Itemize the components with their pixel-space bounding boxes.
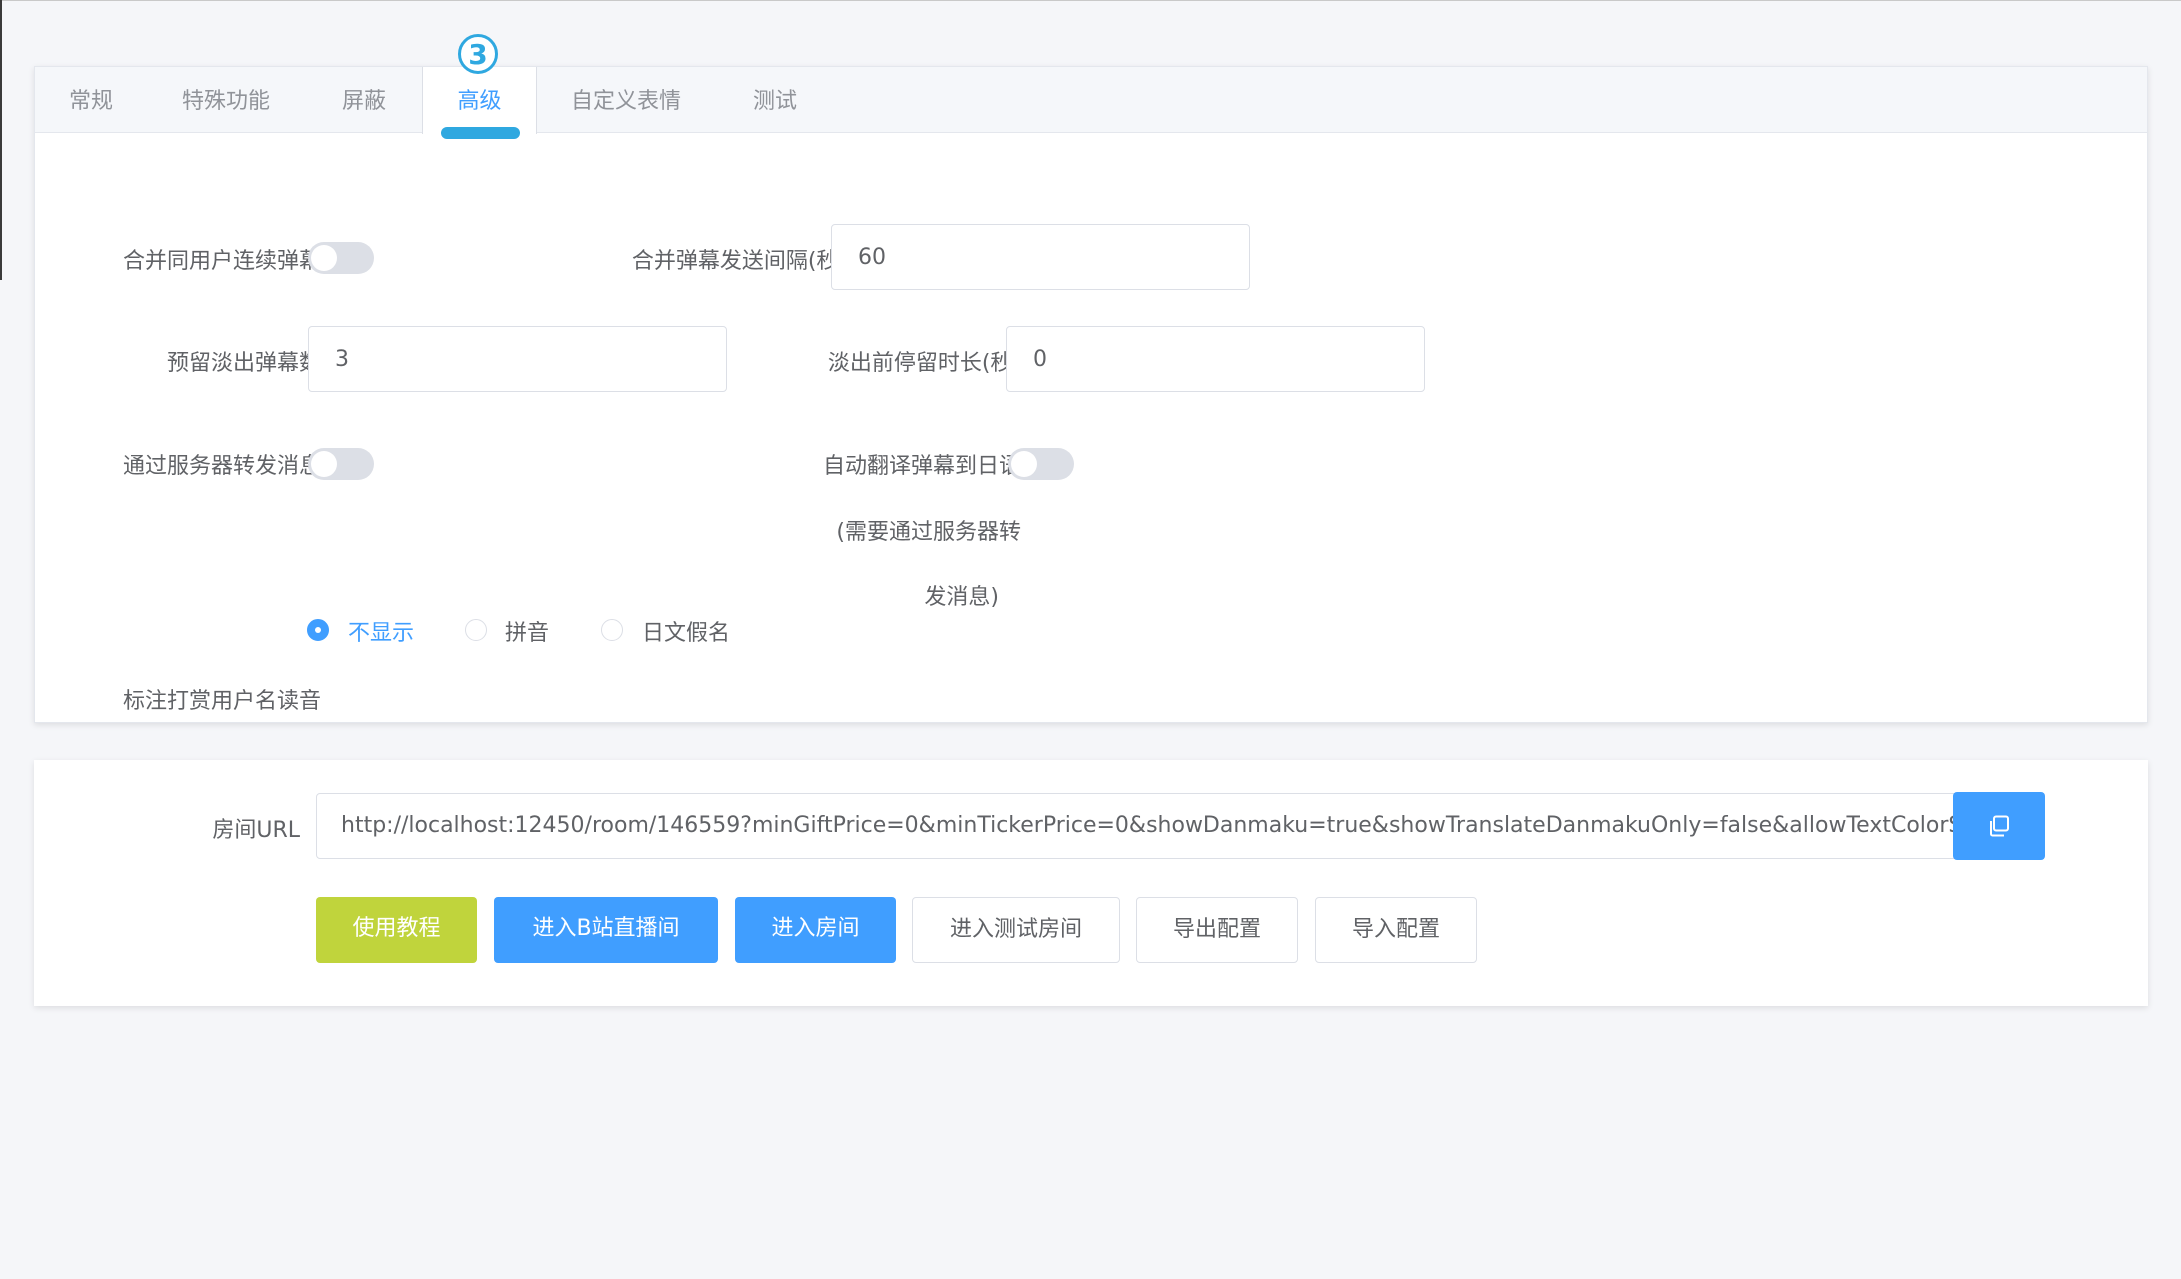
tab-special-features[interactable]: 特殊功能 <box>182 67 270 133</box>
copy-url-button[interactable] <box>1953 792 2045 860</box>
copy-icon <box>1990 815 2009 837</box>
auto-translate-switch[interactable] <box>1008 448 1074 480</box>
radio-kana-label[interactable]: 日文假名 <box>642 615 730 647</box>
tab-general[interactable]: 常规 <box>69 67 113 133</box>
merge-danmaku-label: 合并同用户连续弹幕 <box>122 249 321 274</box>
step-3-badge: 3 <box>458 34 498 74</box>
room-url-label: 房间URL <box>212 818 300 843</box>
window-left-edge <box>0 0 2 280</box>
enter-room-button[interactable]: 进入房间 <box>735 897 896 963</box>
switch-knob <box>311 245 337 271</box>
tab-advanced[interactable]: 高级 <box>422 67 537 134</box>
server-relay-label: 通过服务器转发消息 <box>122 454 321 479</box>
merge-danmaku-switch[interactable] <box>308 242 374 274</box>
server-relay-switch[interactable] <box>308 448 374 480</box>
fade-stay-label: 淡出前停留时长(秒) <box>827 351 1021 376</box>
active-tab-highlight <box>441 127 520 139</box>
tab-block[interactable]: 屏蔽 <box>342 67 386 133</box>
tutorial-button[interactable]: 使用教程 <box>316 897 477 963</box>
auto-translate-label-line3: 发消息) <box>924 585 999 610</box>
room-url-card: 房间URL http://localhost:12450/room/146559… <box>34 760 2148 1006</box>
merge-interval-input[interactable] <box>831 224 1250 290</box>
tab-test[interactable]: 测试 <box>753 67 797 133</box>
import-config-button[interactable]: 导入配置 <box>1315 897 1477 963</box>
switch-knob <box>1011 451 1037 477</box>
radio-pinyin[interactable] <box>465 619 487 641</box>
fade-count-label: 预留淡出弹幕数 <box>166 351 321 376</box>
radio-hide-label[interactable]: 不显示 <box>348 615 414 647</box>
auto-translate-label-line2: (需要通过服务器转 <box>836 520 1021 545</box>
radio-hide[interactable] <box>307 619 329 641</box>
window-top-edge <box>0 0 2181 1</box>
room-url-input[interactable]: http://localhost:12450/room/146559?minGi… <box>316 793 1965 859</box>
reading-annotation-label: 标注打赏用户名读音 <box>122 689 321 714</box>
export-config-button[interactable]: 导出配置 <box>1136 897 1298 963</box>
fade-stay-input[interactable] <box>1006 326 1425 392</box>
fade-count-input[interactable] <box>308 326 727 392</box>
enter-test-room-button[interactable]: 进入测试房间 <box>912 897 1120 963</box>
tab-custom-emotes[interactable]: 自定义表情 <box>571 67 681 133</box>
radio-pinyin-label[interactable]: 拼音 <box>505 615 549 647</box>
switch-knob <box>311 451 337 477</box>
tab-bar: 常规 特殊功能 屏蔽 高级 自定义表情 测试 <box>35 67 2147 134</box>
auto-translate-label-line1: 自动翻译弹幕到日语 <box>822 454 1021 479</box>
settings-card: 常规 特殊功能 屏蔽 高级 自定义表情 测试 合并同用户连续弹幕 合并弹幕发送间… <box>34 66 2148 723</box>
enter-bilibili-live-button[interactable]: 进入B站直播间 <box>494 897 718 963</box>
radio-kana[interactable] <box>601 619 623 641</box>
merge-interval-label: 合并弹幕发送间隔(秒) <box>631 249 847 274</box>
